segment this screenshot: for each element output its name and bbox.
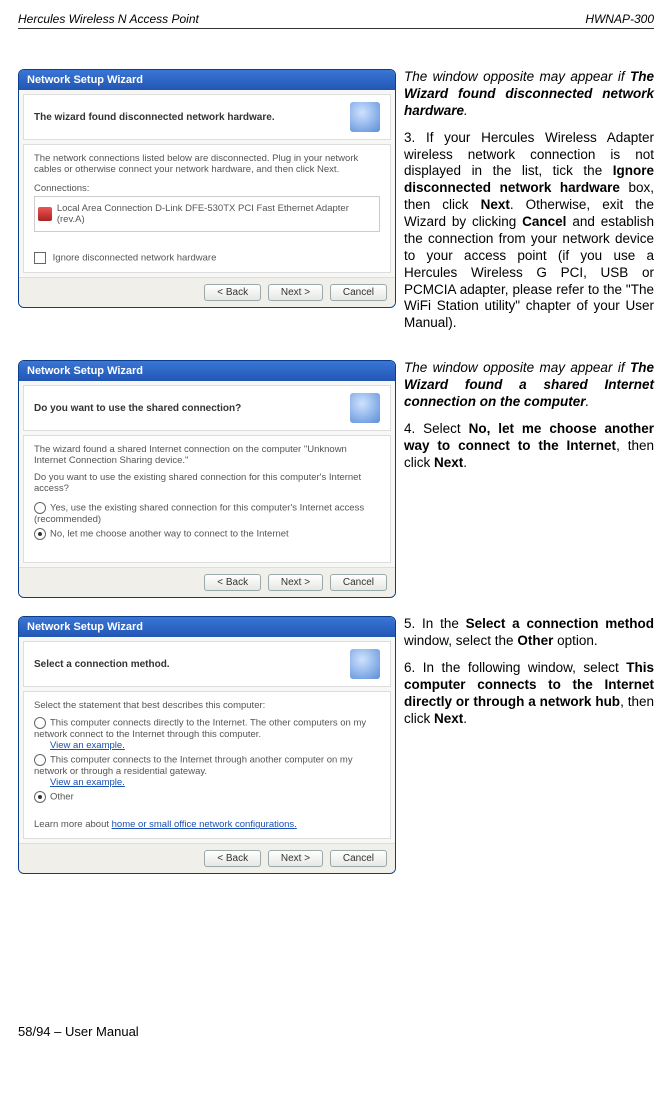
para-3: The window opposite may appear if The Wi… [404,360,654,411]
connection-item[interactable]: Local Area Connection D-Link DFE-530TX P… [38,203,376,225]
page-footer: 58/94 – User Manual [18,1024,654,1039]
back-button[interactable]: < Back [204,284,261,301]
wizard3-subtitle: Select a connection method. [34,659,170,670]
wizard2-desc2: Do you want to use the existing shared c… [34,472,380,494]
wizard2-desc1: The wizard found a shared Internet conne… [34,444,380,466]
network-icon [350,102,380,132]
wizard3-desc: Select the statement that best describes… [34,700,380,711]
cancel-button[interactable]: Cancel [330,284,387,301]
wizard3-option3[interactable]: Other [34,791,380,803]
wizard2-subtitle: Do you want to use the shared connection… [34,403,241,414]
ignore-checkbox[interactable] [34,252,46,264]
next-button[interactable]: Next > [268,284,323,301]
wizard2-option2[interactable]: No, let me choose another way to connect… [34,528,380,540]
network-icon [350,649,380,679]
para-5: 5. In the Select a connection method win… [404,616,654,650]
para-6: 6. In the following window, select This … [404,660,654,728]
wizard1-subtitle: The wizard found disconnected network ha… [34,112,275,123]
ignore-label: Ignore disconnected network hardware [53,253,217,264]
wizard3-option2[interactable]: This computer connects to the Internet t… [34,754,380,777]
learn-more-link[interactable]: home or small office network configurati… [112,819,297,830]
next-button[interactable]: Next > [268,850,323,867]
page-header: Hercules Wireless N Access Point HWNAP-3… [18,12,654,29]
wizard3-option1[interactable]: This computer connects directly to the I… [34,717,380,740]
network-icon [350,393,380,423]
para-1: The window opposite may appear if The Wi… [404,69,654,120]
header-left: Hercules Wireless N Access Point [18,12,199,26]
wizard2-option1[interactable]: Yes, use the existing shared connection … [34,502,380,525]
wizard-titlebar: Network Setup Wizard [19,617,395,637]
wizard1-desc: The network connections listed below are… [34,153,380,175]
wizard-titlebar: Network Setup Wizard [19,361,395,381]
para-4: 4. Select No, let me choose another way … [404,421,654,472]
back-button[interactable]: < Back [204,574,261,591]
learn-more-label: Learn more about [34,819,112,830]
wizard-window-3: Network Setup Wizard Select a connection… [18,616,396,874]
cancel-button[interactable]: Cancel [330,850,387,867]
view-example-link-2[interactable]: View an example. [50,777,380,788]
view-example-link-1[interactable]: View an example. [50,740,380,751]
header-right: HWNAP-300 [585,12,654,26]
connections-label: Connections: [34,183,380,194]
para-2: 3. If your Hercules Wireless Adapter wir… [404,130,654,333]
back-button[interactable]: < Back [204,850,261,867]
wizard-window-1: Network Setup Wizard The wizard found di… [18,69,396,308]
wizard-window-2: Network Setup Wizard Do you want to use … [18,360,396,598]
next-button[interactable]: Next > [268,574,323,591]
wizard-titlebar: Network Setup Wizard [19,70,395,90]
cancel-button[interactable]: Cancel [330,574,387,591]
lan-icon [38,207,52,221]
